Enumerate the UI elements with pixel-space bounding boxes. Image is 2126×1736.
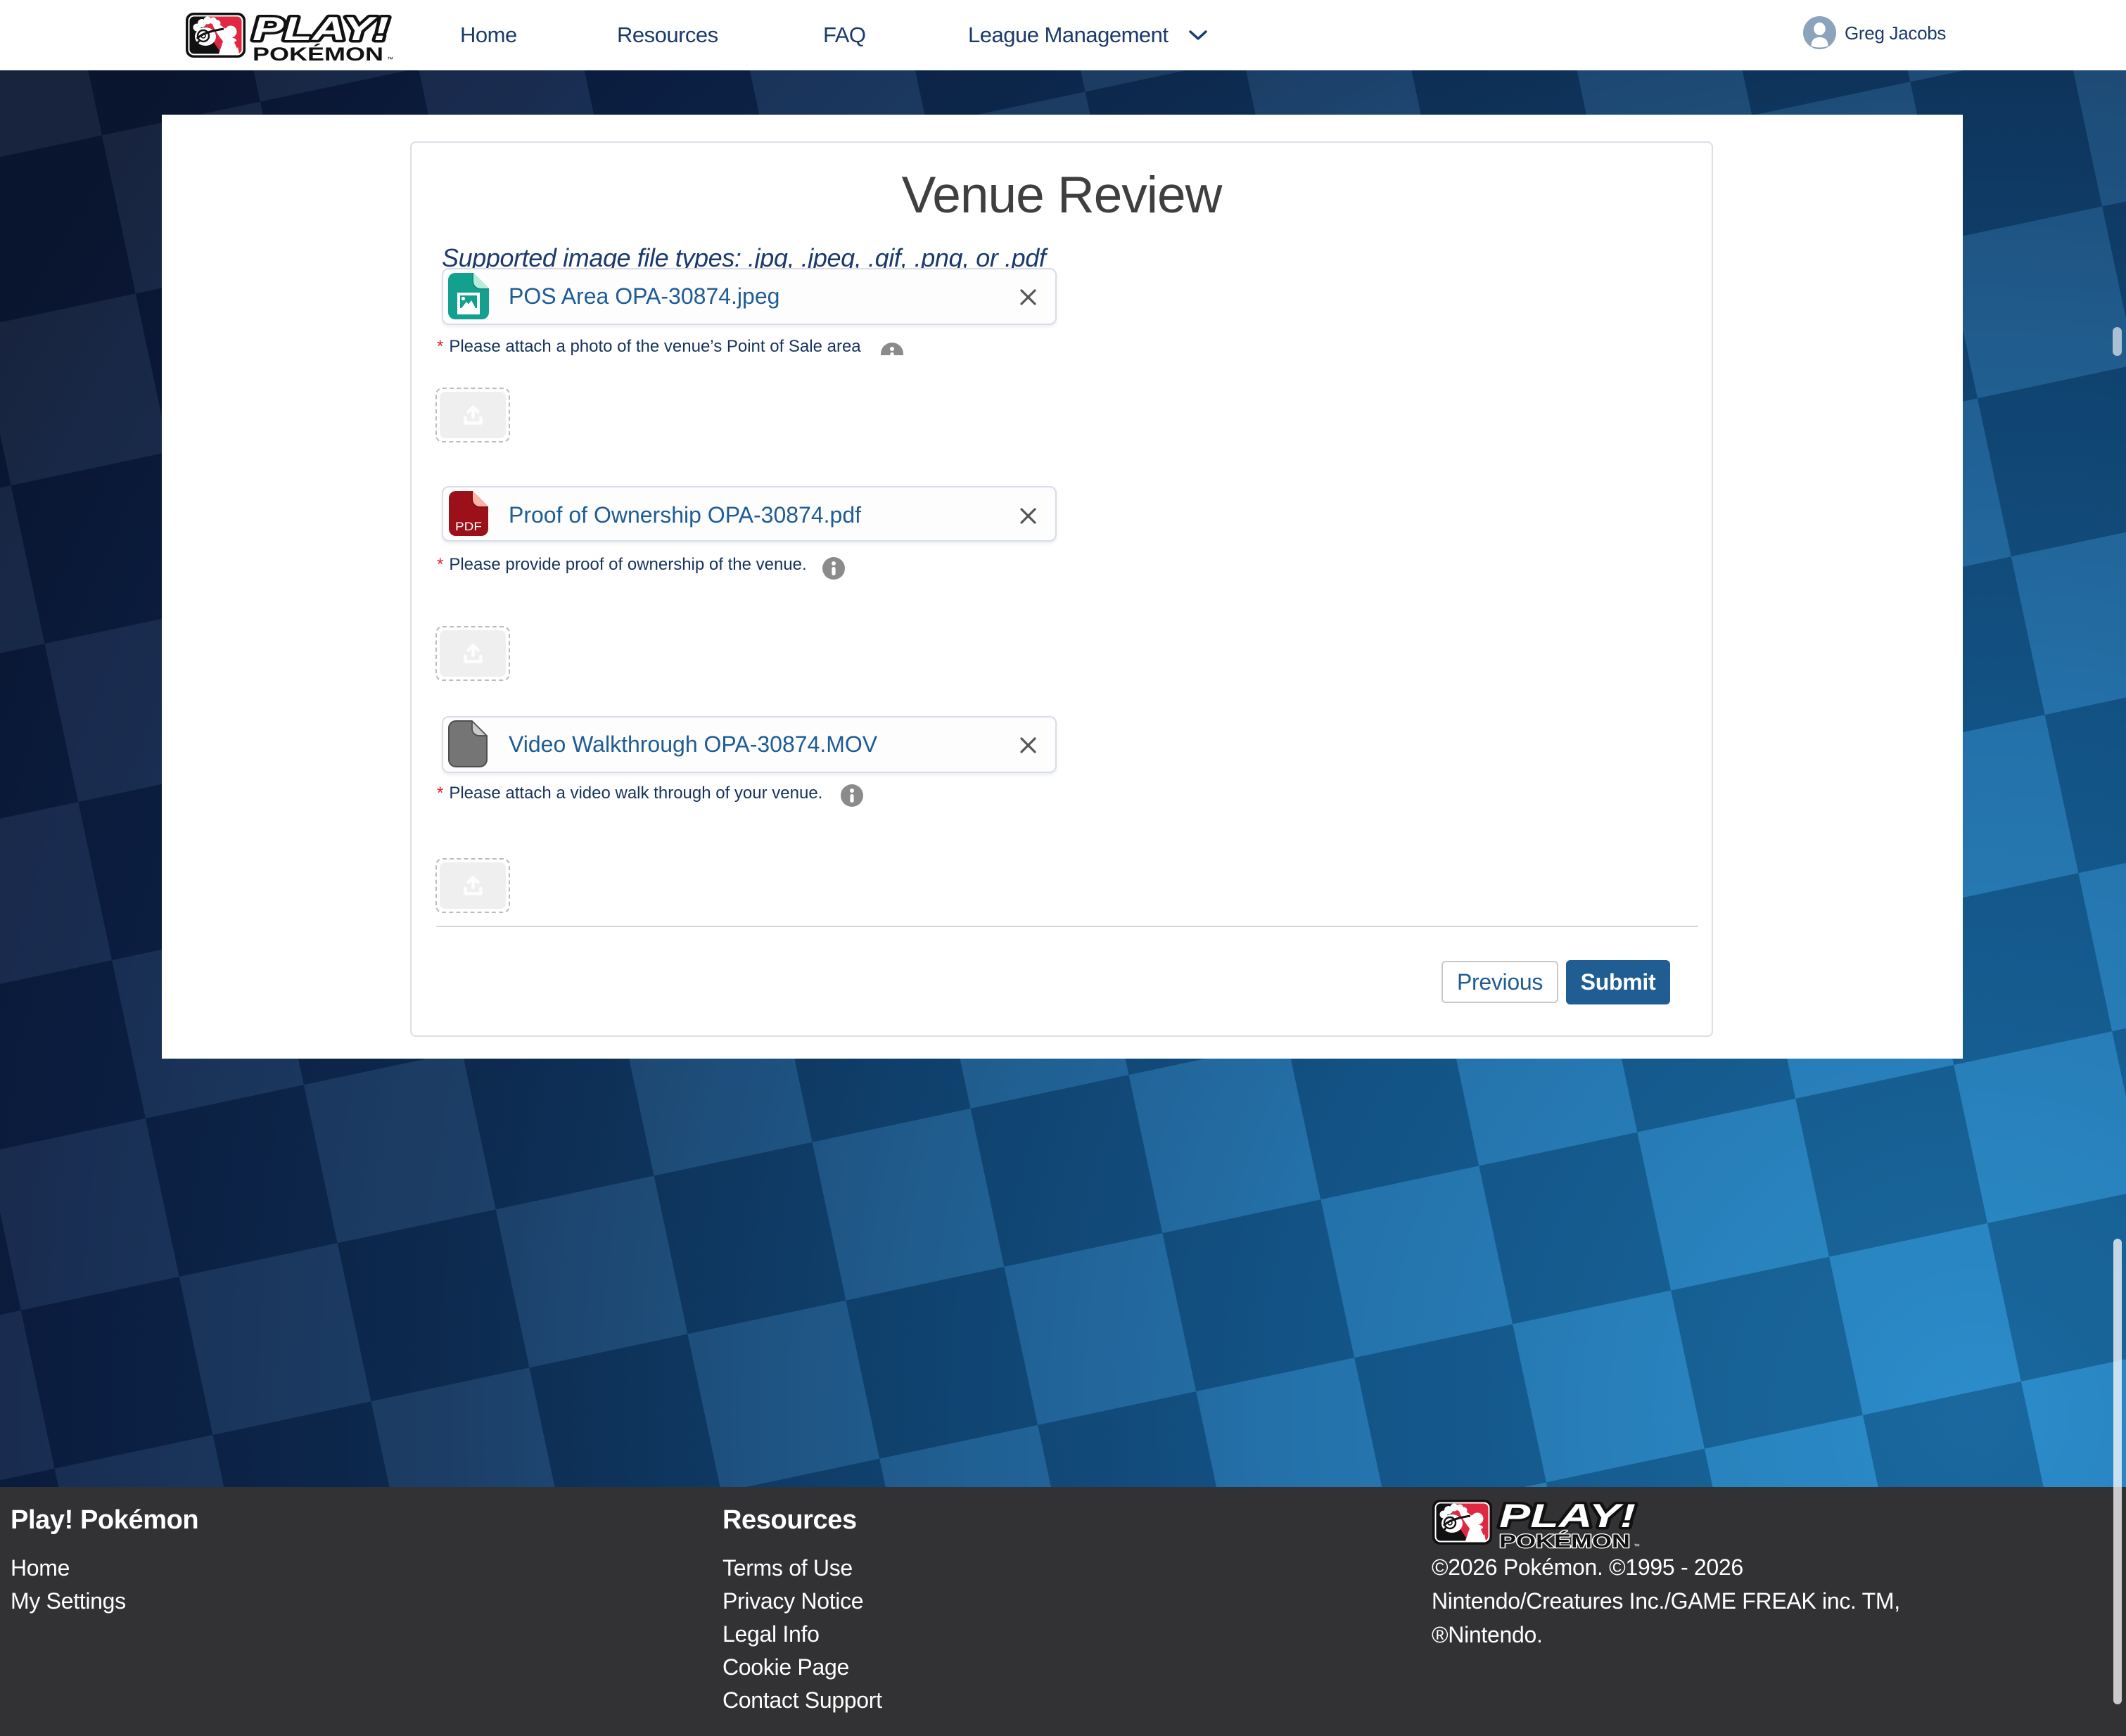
svg-text:POKÉMON: POKÉMON	[253, 43, 383, 62]
svg-text:PDF: PDF	[455, 520, 482, 533]
svg-text:™: ™	[1634, 1543, 1640, 1549]
svg-text:POKÉMON: POKÉMON	[1499, 1530, 1630, 1549]
svg-text:PLAY!: PLAY!	[253, 10, 389, 47]
svg-text:™: ™	[387, 56, 393, 62]
svg-text:PLAY!: PLAY!	[1499, 1497, 1636, 1534]
